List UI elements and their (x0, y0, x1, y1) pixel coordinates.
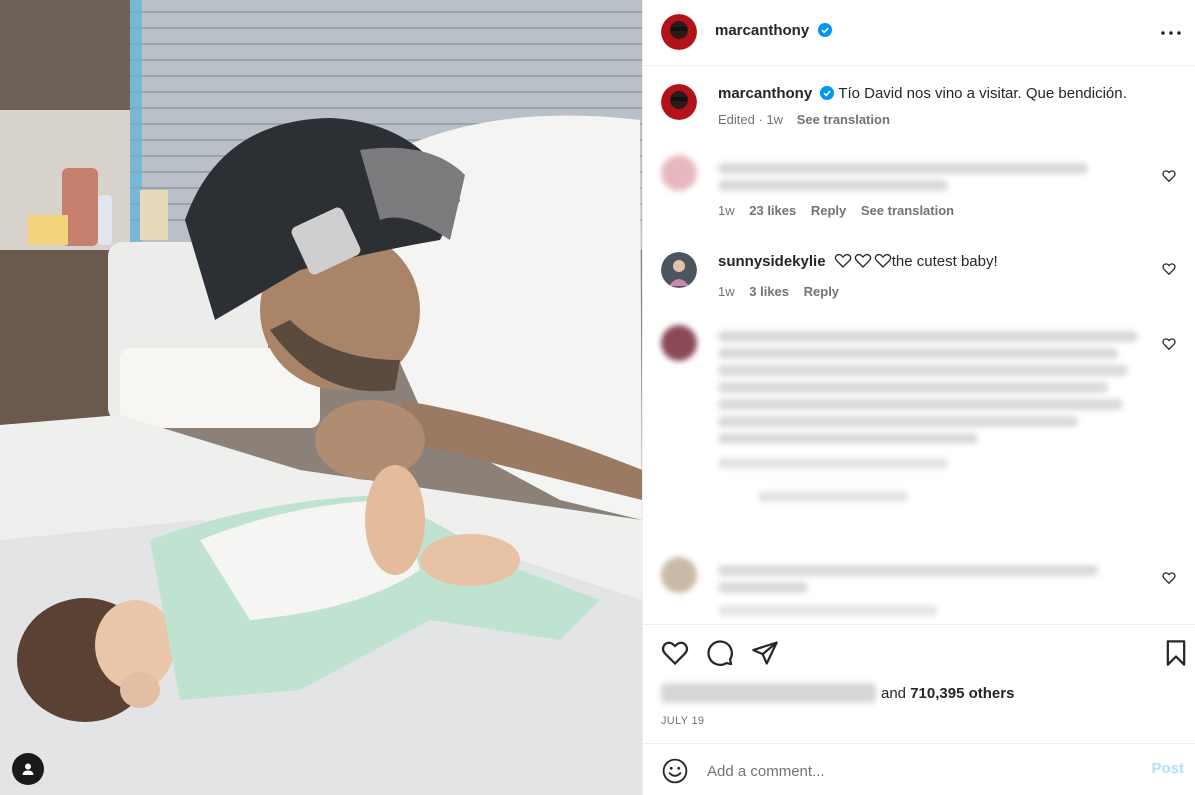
comment-avatar[interactable] (661, 155, 697, 191)
author-username[interactable]: marcanthony (715, 22, 809, 39)
post-date[interactable]: JULY 19 (661, 715, 704, 727)
comment-item (661, 325, 1176, 550)
comment-item (661, 557, 1176, 617)
blurred-comment-text (718, 163, 1088, 174)
user-tag-icon (22, 763, 34, 775)
comment-avatar[interactable] (661, 252, 697, 288)
comment-reply[interactable]: Reply (804, 284, 839, 299)
post-button[interactable]: Post (1151, 760, 1184, 777)
post-photo[interactable] (0, 0, 642, 795)
blurred-comment-text (718, 180, 948, 191)
comment-icon[interactable] (706, 639, 734, 667)
more-options-button[interactable] (1158, 20, 1184, 46)
comment-translate[interactable]: See translation (861, 203, 954, 218)
likes-and: and (881, 684, 907, 702)
caption-username[interactable]: marcanthony (718, 85, 812, 102)
author-name-block: marcanthony (715, 22, 832, 40)
likes-count[interactable]: 710,395 others (910, 685, 1014, 702)
caption-edited: Edited · 1w (718, 112, 784, 127)
comments-list[interactable]: marcanthony Tío David nos vino a visitar… (643, 67, 1195, 623)
heart-icon[interactable] (1162, 169, 1176, 183)
like-heart-icon[interactable] (661, 639, 689, 667)
heart-icon[interactable] (1162, 571, 1176, 585)
verified-badge-icon (817, 23, 832, 37)
user-tag-button[interactable] (12, 753, 44, 785)
share-icon[interactable] (751, 639, 779, 667)
comment-text: the cutest baby! (891, 253, 998, 270)
comment-reply[interactable]: Reply (811, 203, 846, 218)
comment-likes[interactable]: 23 likes (749, 203, 796, 218)
comment-composer: Post (643, 743, 1195, 795)
emoji-icon[interactable] (662, 758, 688, 784)
comment-username[interactable]: sunnysidekylie (718, 253, 826, 270)
comment-avatar[interactable] (661, 557, 697, 593)
comment-age: 1w (718, 203, 735, 218)
caption-avatar[interactable] (661, 84, 697, 120)
more-options-icon (1161, 31, 1181, 35)
hearts-emoji-icon (834, 253, 892, 268)
comment-input[interactable] (705, 758, 1129, 784)
likes-summary[interactable]: and 710,395 others (661, 683, 1014, 703)
comment-item: 1w 23 likes Reply See translation (661, 155, 1176, 227)
bookmark-icon[interactable] (1162, 639, 1190, 667)
heart-icon[interactable] (1162, 337, 1176, 351)
caption: marcanthony Tío David nos vino a visitar… (661, 84, 1176, 144)
verified-badge-icon (820, 86, 835, 100)
heart-icon[interactable] (1162, 262, 1176, 276)
comment-item: sunnysidekylie the cutest baby! 1w 3 lik… (661, 252, 1176, 304)
comment-likes[interactable]: 3 likes (749, 284, 789, 299)
comment-avatar[interactable] (661, 325, 697, 361)
comment-age: 1w (718, 284, 735, 299)
see-translation-link[interactable]: See translation (797, 112, 890, 127)
post-header: marcanthony (643, 0, 1195, 66)
action-bar (643, 624, 1195, 680)
author-avatar[interactable] (661, 14, 697, 50)
photo-image (0, 0, 642, 795)
caption-text: Tío David nos vino a visitar. Que bendic… (838, 85, 1127, 102)
blurred-likers (661, 683, 876, 703)
post-sidebar: marcanthony marcanthony Tío David nos vi… (642, 0, 1195, 795)
